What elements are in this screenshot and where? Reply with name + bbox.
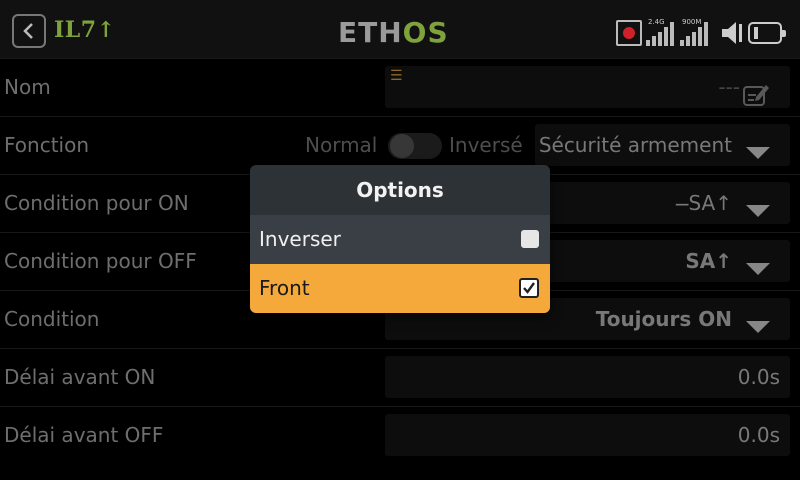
dialog-title: Options <box>356 178 444 202</box>
checkbox-unchecked-icon[interactable] <box>521 230 539 248</box>
options-dialog: Options Inverser Front <box>250 165 550 313</box>
speaker-icon[interactable] <box>720 20 744 46</box>
signal-24-icon <box>646 22 674 46</box>
top-bar: IL7↑ ETHOS 2.4G 900M <box>0 0 800 59</box>
chevron-left-icon <box>23 23 33 39</box>
option-inverser[interactable]: Inverser <box>250 215 550 264</box>
checkbox-checked-icon[interactable] <box>519 278 539 298</box>
model-name: IL7↑ <box>54 17 116 43</box>
back-button[interactable] <box>12 14 46 48</box>
battery-icon <box>748 22 786 44</box>
option-label: Front <box>259 276 310 300</box>
option-label: Inverser <box>259 227 341 251</box>
option-front[interactable]: Front <box>250 264 550 313</box>
ethos-logo: ETHOS <box>338 16 449 49</box>
signal-900-icon <box>680 22 708 46</box>
record-icon <box>616 20 642 46</box>
